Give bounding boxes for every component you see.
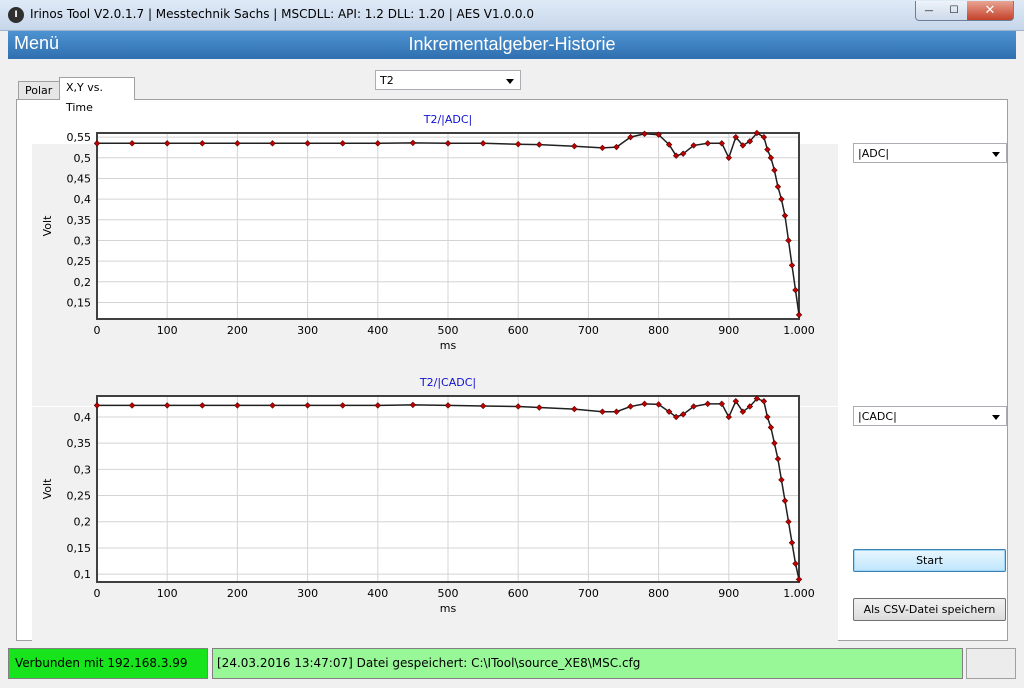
- x-tick-label: 200: [227, 324, 248, 337]
- y-tick-label: 0,3: [74, 234, 92, 247]
- app-window: I Irinos Tool V2.0.1.7 | Messtechnik Sac…: [0, 0, 1024, 688]
- minimize-icon: —: [924, 5, 934, 16]
- x-tick-label: 100: [157, 324, 178, 337]
- maximize-button[interactable]: ☐: [941, 1, 968, 21]
- y-tick-label: 0,4: [74, 193, 92, 206]
- x-tick-label: 700: [578, 324, 599, 337]
- chart1-signal-value: |ADC|: [858, 147, 890, 160]
- y-tick-label: 0,45: [67, 172, 92, 185]
- page-title: Inkrementalgeber-Historie: [408, 34, 616, 54]
- y-tick-label: 0,2: [74, 516, 92, 529]
- app-icon: I: [8, 7, 24, 23]
- x-tick-label: 1.000: [783, 587, 815, 600]
- y-tick-label: 0,1: [74, 568, 92, 581]
- x-tick-label: 400: [367, 587, 388, 600]
- x-tick-label: 600: [508, 324, 529, 337]
- chevron-down-icon: [506, 79, 514, 84]
- connection-status: Verbunden mit 192.168.3.99: [8, 648, 208, 679]
- start-button[interactable]: Start: [853, 549, 1006, 572]
- y-tick-label: 0,5: [74, 152, 92, 165]
- y-axis-label: Volt: [41, 215, 54, 236]
- x-tick-label: 400: [367, 324, 388, 337]
- x-axis-label: ms: [440, 602, 457, 615]
- chart2-signal-value: |CADC|: [858, 410, 897, 423]
- chevron-down-icon: [992, 415, 1000, 420]
- y-tick-label: 0,25: [67, 490, 92, 503]
- y-tick-label: 0,25: [67, 255, 92, 268]
- chart2-signal-select[interactable]: |CADC|: [853, 406, 1007, 426]
- x-tick-label: 800: [648, 324, 669, 337]
- y-axis-label: Volt: [41, 478, 54, 499]
- channel-select[interactable]: T2: [375, 70, 521, 90]
- x-tick-label: 600: [508, 587, 529, 600]
- minimize-button[interactable]: —: [915, 1, 943, 21]
- status-bar: Verbunden mit 192.168.3.99 [24.03.2016 1…: [8, 647, 1016, 680]
- x-tick-label: 800: [648, 587, 669, 600]
- chart-title: T2/|ADC|: [423, 113, 473, 126]
- chart-title: T2/|CADC|: [419, 376, 476, 389]
- y-tick-label: 0,3: [74, 463, 92, 476]
- x-tick-label: 0: [94, 587, 101, 600]
- window-title: Irinos Tool V2.0.1.7 | Messtechnik Sachs…: [30, 7, 534, 21]
- x-tick-label: 100: [157, 587, 178, 600]
- x-tick-label: 500: [438, 324, 459, 337]
- y-tick-label: 0,35: [67, 437, 92, 450]
- tab-panel: 0 100 200 300 400 500 600 700 800 900 1.000 0,55 0,5…: [16, 99, 1008, 669]
- x-tick-label: 500: [438, 587, 459, 600]
- y-tick-label: 0,4: [74, 411, 92, 424]
- x-tick-label: 1.000: [783, 324, 815, 337]
- x-tick-label: 200: [227, 587, 248, 600]
- x-tick-label: 300: [297, 324, 318, 337]
- maximize-icon: ☐: [949, 5, 959, 16]
- y-tick-label: 0,15: [67, 296, 92, 309]
- status-grip: [966, 648, 1016, 679]
- main-content: Polar X,Y vs. Time T2 0 100 200 300 400 500 60…: [8, 59, 1016, 669]
- status-message: [24.03.2016 13:47:07] Datei gespeichert:…: [212, 648, 963, 679]
- y-tick-label: 0,35: [67, 214, 92, 227]
- x-tick-label: 900: [718, 587, 739, 600]
- x-axis-label: ms: [440, 339, 457, 352]
- title-bar: I Irinos Tool V2.0.1.7 | Messtechnik Sac…: [0, 0, 1024, 31]
- x-tick-label: 300: [297, 587, 318, 600]
- tab-xy-vs-time[interactable]: X,Y vs. Time: [59, 77, 135, 114]
- close-button[interactable]: ✕: [967, 1, 1014, 21]
- y-tick-label: 0,15: [67, 542, 92, 555]
- y-tick-label: 0,2: [74, 276, 92, 289]
- x-tick-label: 0: [94, 324, 101, 337]
- chevron-down-icon: [992, 152, 1000, 157]
- channel-select-value: T2: [380, 74, 394, 87]
- tab-polar[interactable]: Polar: [18, 81, 62, 100]
- chart1-signal-select[interactable]: |ADC|: [853, 143, 1007, 163]
- save-csv-button[interactable]: Als CSV-Datei speichern: [853, 598, 1006, 621]
- close-icon: ✕: [984, 3, 996, 18]
- x-tick-label: 900: [718, 324, 739, 337]
- page-header: Menü Inkrementalgeber-Historie: [8, 31, 1016, 59]
- x-tick-label: 700: [578, 587, 599, 600]
- y-tick-label: 0,55: [67, 131, 92, 144]
